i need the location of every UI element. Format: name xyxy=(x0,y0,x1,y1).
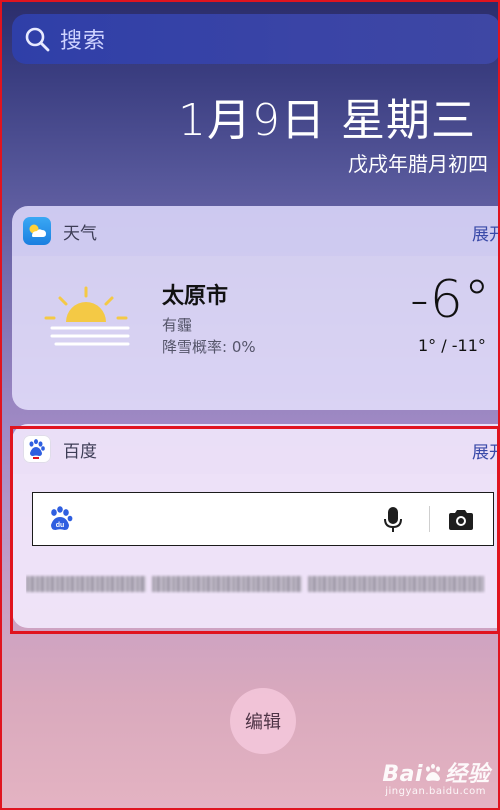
sun-haze-icon xyxy=(38,284,134,358)
watermark-url: jingyan.baidu.com xyxy=(385,786,486,797)
search-box-divider xyxy=(429,506,430,532)
edit-button[interactable]: 编辑 xyxy=(230,688,296,754)
camera-icon[interactable] xyxy=(447,508,475,536)
weather-expand-button[interactable]: 展开 xyxy=(472,220,500,245)
baidu-paw-icon: du xyxy=(47,505,75,537)
lunar-date: 戊戌年腊月初四 xyxy=(348,152,488,176)
date-display: 1月9日 星期三 xyxy=(178,95,476,146)
baidu-app-icon xyxy=(23,435,51,463)
baidu-widget-header: 百度 展开 xyxy=(12,424,500,474)
svg-text:du: du xyxy=(56,522,65,529)
snow-probability: 降雪概率: 0% xyxy=(162,338,256,356)
search-bar[interactable]: 搜索 xyxy=(12,14,500,64)
weather-widget-title: 天气 xyxy=(63,223,97,244)
baidu-widget[interactable]: 百度 展开 du xyxy=(12,424,500,628)
weather-widget-header: 天气 展开 xyxy=(12,206,500,256)
baidu-widget-title: 百度 xyxy=(63,441,97,462)
weather-app-icon xyxy=(23,217,51,245)
baidu-search-input[interactable]: du xyxy=(32,492,494,546)
search-placeholder: 搜索 xyxy=(60,29,107,54)
temperature-range: 1° / -11° xyxy=(418,336,486,355)
city-name: 太原市 xyxy=(162,284,229,309)
baidu-jingyan-watermark: Bai 经验 jingyan.baidu.com xyxy=(320,756,490,804)
search-icon xyxy=(24,26,50,52)
blurred-hot-search-text xyxy=(26,574,486,594)
weather-condition: 有霾 xyxy=(162,316,193,334)
current-temperature: -6° xyxy=(410,270,491,330)
baidu-widget-body: du xyxy=(12,474,500,628)
microphone-icon[interactable] xyxy=(383,506,403,538)
weather-widget-body: 太原市 有霾 降雪概率: 0% -6° 1° / -11° xyxy=(12,256,500,410)
weather-widget[interactable]: 天气 展开 太原市 有霾 降雪概率: 0% -6° 1° / -11° xyxy=(12,206,500,410)
baidu-expand-button[interactable]: 展开 xyxy=(472,438,500,463)
watermark-brand: Bai 经验 xyxy=(382,762,490,787)
